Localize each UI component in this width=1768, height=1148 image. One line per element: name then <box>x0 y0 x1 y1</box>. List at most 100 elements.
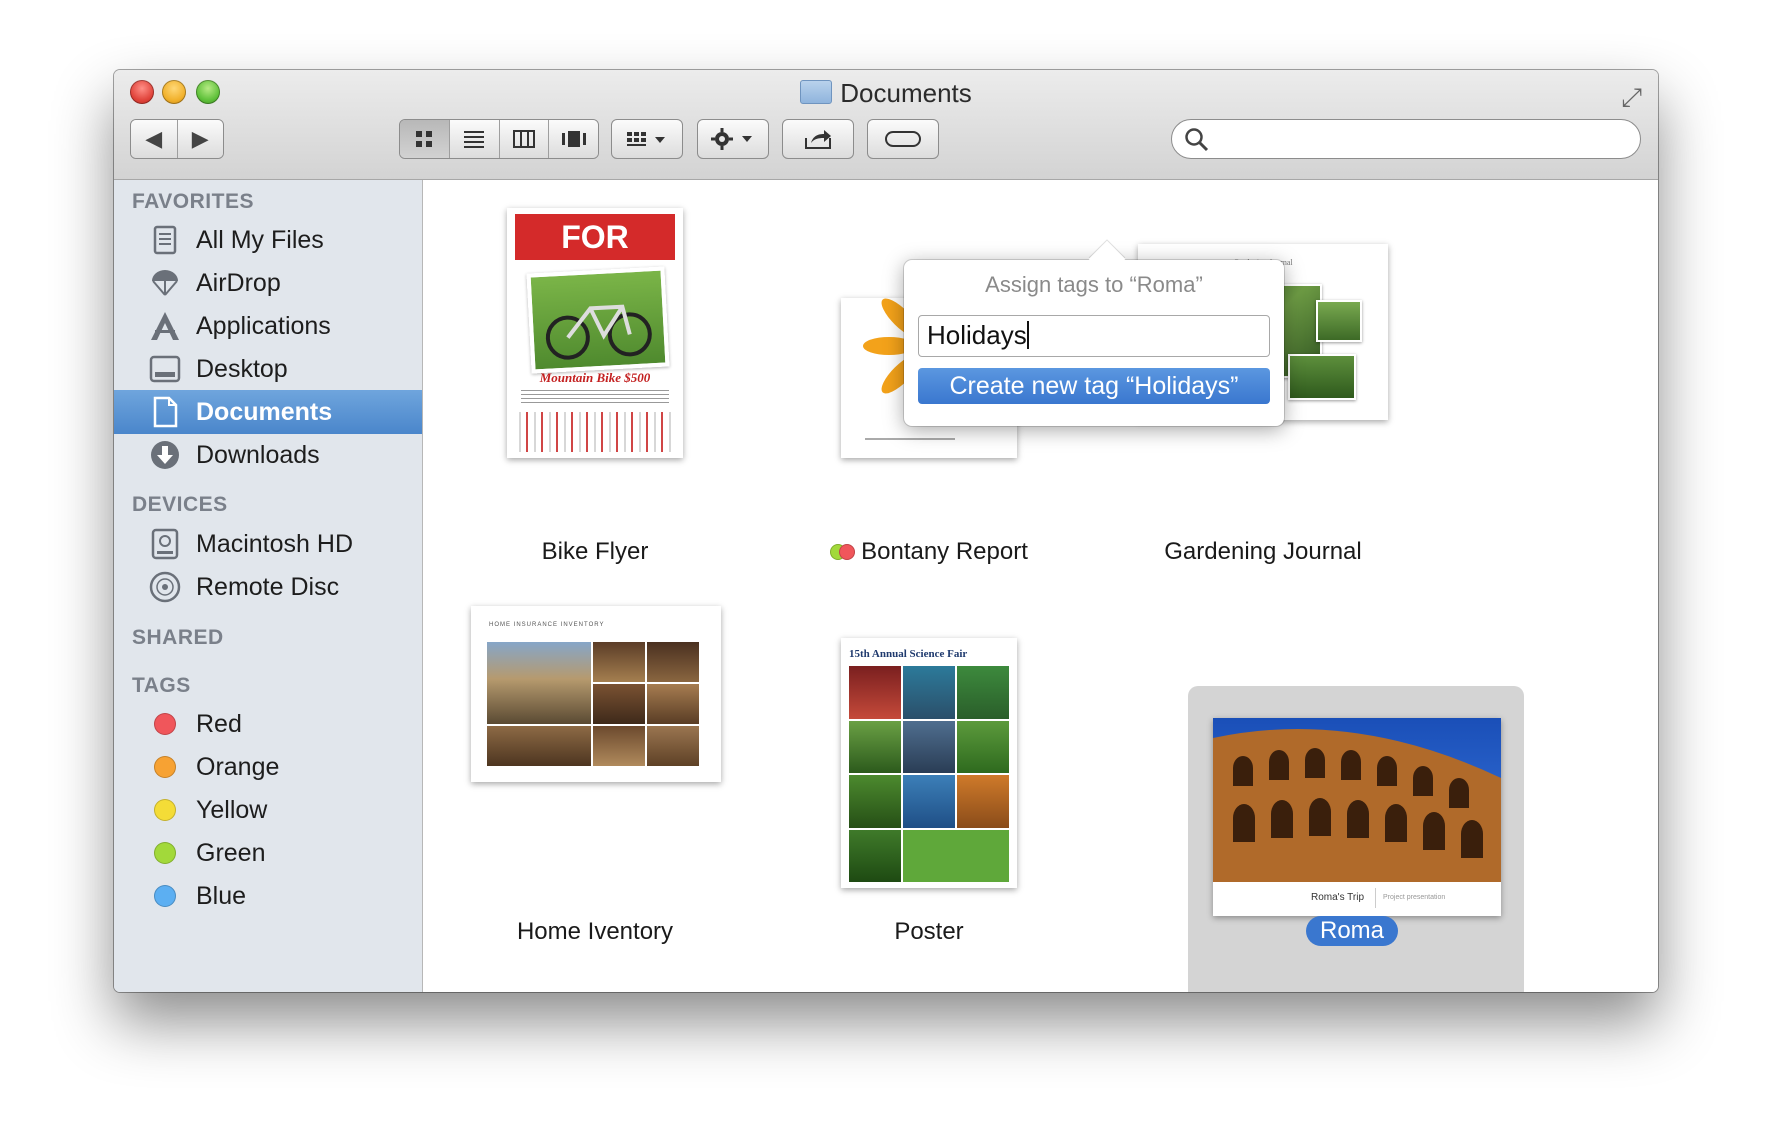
documents-icon <box>148 395 182 429</box>
chevron-left-icon[interactable]: ◀ <box>131 120 178 158</box>
coverflow-view-icon[interactable] <box>549 120 598 158</box>
file-thumbnail-home-inventory[interactable]: HOME INSURANCE INVENTORY <box>471 606 721 782</box>
room-photo <box>647 684 699 724</box>
sidebar-header-tags: TAGS <box>132 674 191 697</box>
tag-input[interactable]: Holidays <box>918 315 1270 357</box>
sidebar-item-tag-green[interactable]: Green <box>114 831 422 875</box>
action-button[interactable] <box>697 119 769 159</box>
file-name-bontany-report-row[interactable]: Bontany Report <box>821 538 1037 566</box>
gear-icon <box>711 128 752 150</box>
sidebar-item-airdrop[interactable]: AirDrop <box>114 261 422 305</box>
room-photo <box>593 684 645 724</box>
column-view-icon[interactable] <box>499 120 550 158</box>
icon-view-icon[interactable] <box>400 120 450 158</box>
tags-button[interactable] <box>867 119 939 159</box>
desktop-icon <box>148 352 182 386</box>
garden-photo-right-bottom <box>1288 354 1356 400</box>
sidebar-item-downloads[interactable]: Downloads <box>114 433 422 477</box>
tag-dot-yellow <box>154 799 176 821</box>
sidebar-item-tag-red[interactable]: Red <box>114 702 422 746</box>
tag-dot-blue <box>154 885 176 907</box>
back-forward-control: ◀ ▶ <box>130 119 224 159</box>
thumb-title: HOME INSURANCE INVENTORY <box>489 622 605 628</box>
room-photo <box>647 726 699 766</box>
file-thumbnail-bike-flyer[interactable]: FOR SALE Mountain Bike $500 <box>507 208 683 458</box>
tag-pill-icon <box>885 131 921 147</box>
sidebar-item-applications[interactable]: Applications <box>114 304 422 348</box>
downloads-icon <box>148 438 182 472</box>
poster-photo <box>903 720 955 773</box>
poster-photo <box>849 720 901 773</box>
fullscreen-icon[interactable]: ⤢ <box>1621 82 1642 114</box>
room-photo <box>647 642 699 682</box>
create-tag-button[interactable]: Create new tag “Holidays” <box>918 368 1270 404</box>
sidebar-header-devices: DEVICES <box>132 493 228 516</box>
tag-dot-green <box>154 842 176 864</box>
thumb-caption: Mountain Bike $500 <box>539 370 651 385</box>
poster-photo <box>849 775 901 828</box>
poster-photo-grid <box>849 666 1009 882</box>
poster-info-panel <box>903 829 1009 882</box>
thumb-body-text <box>521 390 669 406</box>
colosseum-image <box>1213 718 1501 882</box>
poster-photo <box>957 666 1009 719</box>
list-view-icon[interactable] <box>449 120 500 158</box>
sidebar-item-tag-orange[interactable]: Orange <box>114 745 422 789</box>
tag-dot-red <box>154 713 176 735</box>
toolbar: Documents ⤢ ◀ ▶ <box>114 70 1658 180</box>
tag-input-value: Holidays <box>927 320 1027 350</box>
bike-photo <box>526 266 670 374</box>
file-thumbnail-roma[interactable]: Roma's Trip Project presentation <box>1213 718 1501 916</box>
thumb-caption-bar: Roma's Trip Project presentation <box>1213 882 1501 916</box>
folder-icon <box>800 80 833 104</box>
hard-drive-icon <box>148 527 182 561</box>
room-photo <box>487 726 591 766</box>
window-title: Documents <box>114 78 1658 109</box>
sidebar-item-documents[interactable]: Documents <box>114 390 422 434</box>
room-photo <box>593 726 645 766</box>
sidebar-header-favorites: FAVORITES <box>132 190 254 213</box>
file-name-bontany-report: Bontany Report <box>861 538 1028 565</box>
file-name-poster[interactable]: Poster <box>829 918 1029 946</box>
file-name-roma[interactable]: Roma <box>1306 916 1399 946</box>
thumb-subtitle: Project presentation <box>1383 894 1446 901</box>
sidebar-item-tag-blue[interactable]: Blue <box>114 874 422 918</box>
tag-popover: Assign tags to “Roma” Holidays Create ne… <box>904 260 1284 426</box>
share-icon <box>805 130 831 149</box>
poster-photo <box>903 775 955 828</box>
share-button[interactable] <box>782 119 854 159</box>
poster-photo <box>957 720 1009 773</box>
file-thumbnail-poster[interactable]: 15th Annual Science Fair <box>841 638 1017 888</box>
disc-icon <box>148 570 182 604</box>
sidebar-item-remote-disc[interactable]: Remote Disc <box>114 565 422 609</box>
file-name-gardening-journal[interactable]: Gardening Journal <box>1153 538 1373 566</box>
all-files-icon <box>148 223 182 257</box>
thumb-divider <box>1375 888 1376 908</box>
sidebar-item-macintosh-hd[interactable]: Macintosh HD <box>114 522 422 566</box>
sidebar-item-desktop[interactable]: Desktop <box>114 347 422 391</box>
poster-photo <box>849 666 901 719</box>
sidebar: FAVORITES All My Files AirDrop Applicati… <box>114 180 423 992</box>
thumb-tear-tabs <box>519 412 671 452</box>
file-name-home-inventory[interactable]: Home Iventory <box>485 918 705 946</box>
sidebar-item-tag-yellow[interactable]: Yellow <box>114 788 422 832</box>
search-field[interactable] <box>1171 119 1641 159</box>
file-name-bike-flyer[interactable]: Bike Flyer <box>495 538 695 566</box>
poster-photo <box>957 775 1009 828</box>
room-photo <box>593 642 645 682</box>
sidebar-item-all-my-files[interactable]: All My Files <box>114 218 422 262</box>
house-photo <box>487 642 591 724</box>
popover-title: Assign tags to “Roma” <box>985 272 1203 297</box>
tag-dot-red <box>839 544 856 560</box>
chevron-right-icon[interactable]: ▶ <box>177 120 223 158</box>
room-photo-grid <box>487 642 703 766</box>
poster-photo <box>849 829 901 882</box>
sidebar-header-shared: SHARED <box>132 626 224 649</box>
thumb-title: FOR SALE <box>515 214 675 301</box>
arrange-button[interactable] <box>611 119 683 159</box>
thumb-title: Roma's Trip <box>1311 892 1365 903</box>
arrange-grid-icon <box>627 132 665 146</box>
airdrop-icon <box>148 266 182 300</box>
view-mode-control <box>399 119 599 159</box>
finder-window: Documents ⤢ ◀ ▶ FAVORITES All My Files A… <box>114 70 1658 992</box>
